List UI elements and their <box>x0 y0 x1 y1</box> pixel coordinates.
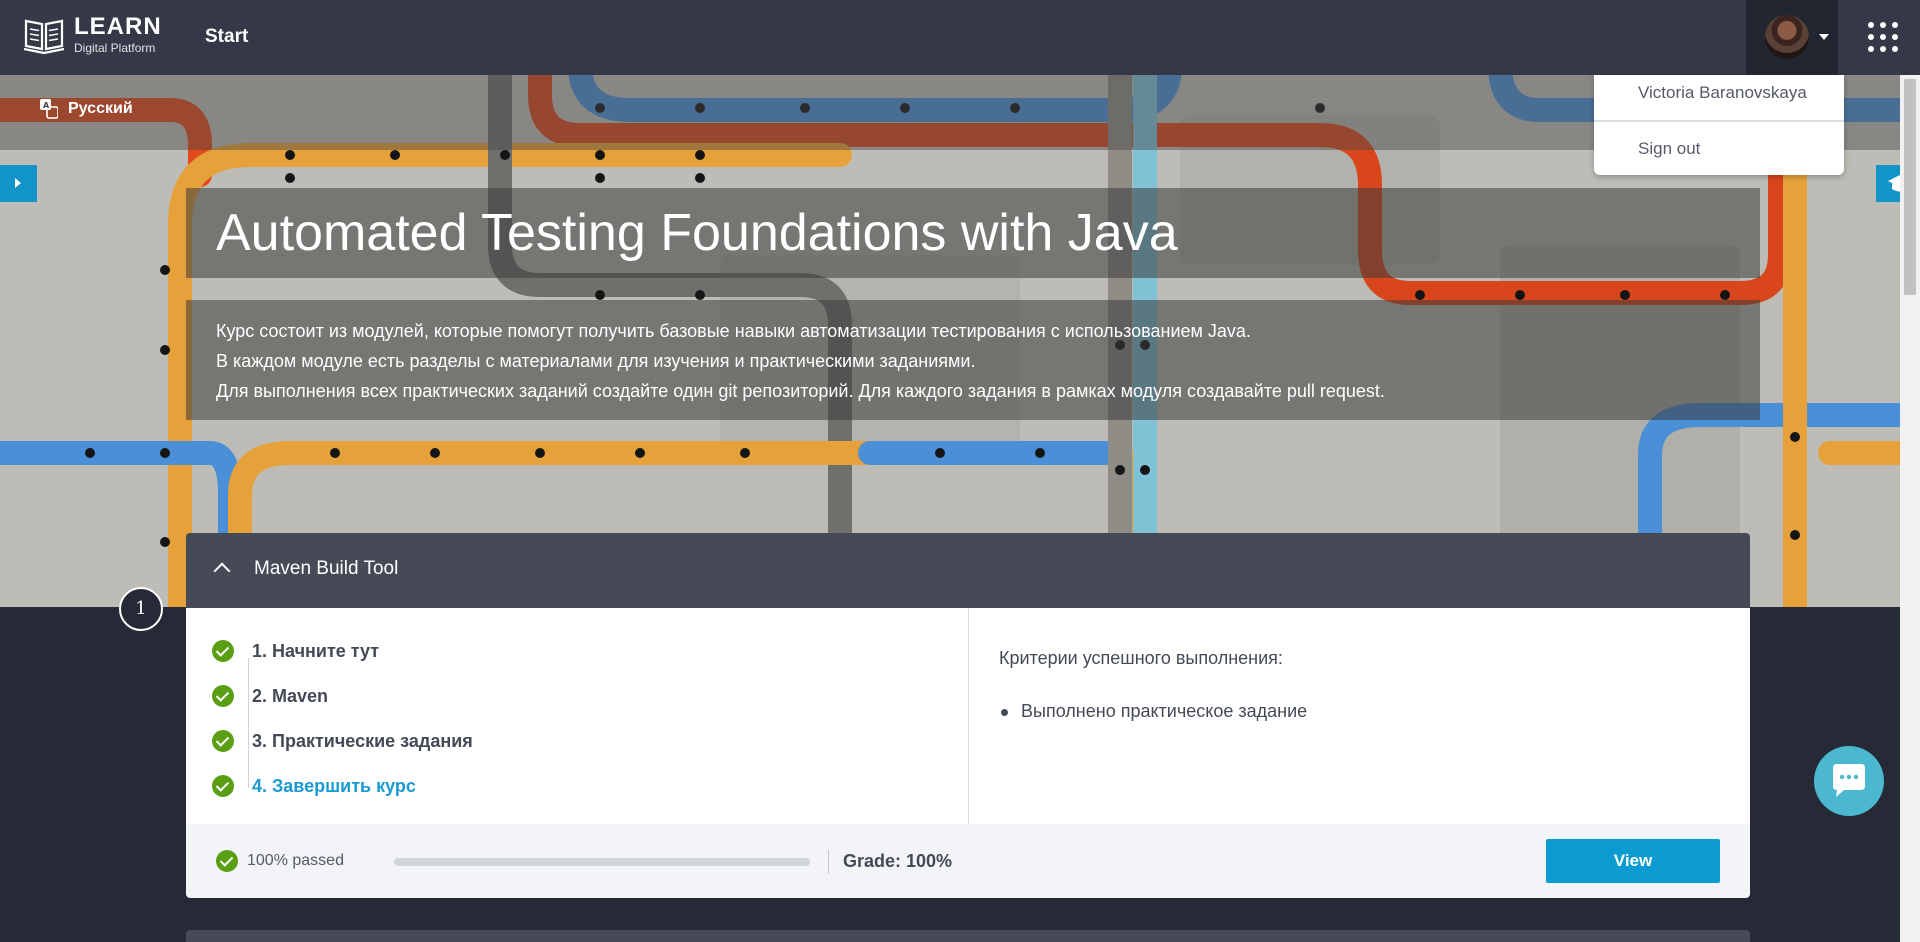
chevron-up-icon[interactable] <box>213 562 231 580</box>
user-menu-toggle[interactable] <box>1746 0 1838 75</box>
lesson-label: 3. Практические задания <box>252 730 473 751</box>
check-circle-icon <box>212 685 234 707</box>
criteria-item: Выполнено практическое задание <box>1000 701 1308 721</box>
course-title: Automated Testing Foundations with Java <box>216 204 1178 262</box>
next-module-header[interactable] <box>186 930 1750 942</box>
sign-out-link[interactable]: Sign out <box>1638 139 1700 159</box>
chat-bubble-icon <box>1833 764 1865 797</box>
check-circle-icon <box>212 730 234 752</box>
footer-divider <box>828 850 829 874</box>
lesson-label: 2. Maven <box>252 685 329 706</box>
lesson-label: 1. Начните тут <box>252 640 380 661</box>
logo[interactable]: LEARN Digital Platform <box>22 14 162 56</box>
column-divider <box>968 608 969 824</box>
dropdown-divider <box>1594 120 1844 122</box>
chat-button[interactable] <box>1814 746 1884 816</box>
language-label: Русский <box>68 100 133 117</box>
grade-label: Grade: 100% <box>843 851 953 871</box>
lesson-item[interactable]: 2. Maven <box>212 685 328 707</box>
module-card: Maven Build Tool 1. Начните тут 2. Maven… <box>186 533 1750 898</box>
description-line: Курс состоит из модулей, которые помогут… <box>216 321 1251 341</box>
course-description: Курс состоит из модулей, которые помогут… <box>186 300 1760 420</box>
lesson-label: 4. Завершить курс <box>252 775 416 796</box>
view-button[interactable]: View <box>1546 839 1720 883</box>
progress-fill <box>394 858 810 866</box>
translate-icon: A <box>40 99 58 119</box>
lesson-item[interactable]: 1. Начните тут <box>212 640 379 662</box>
page-scrollbar[interactable] <box>1900 75 1920 942</box>
nav-start-link[interactable]: Start <box>205 26 248 48</box>
expand-sidebar-button[interactable] <box>0 165 37 202</box>
module-body: 1. Начните тут 2. Maven 3. Практические … <box>186 608 1750 824</box>
logo-title: LEARN <box>74 13 162 40</box>
check-circle-icon <box>216 850 238 872</box>
user-name[interactable]: Victoria Baranovskaya <box>1638 83 1807 103</box>
lesson-connector <box>248 658 249 788</box>
apps-grid-icon[interactable] <box>1868 22 1898 52</box>
lesson-item[interactable]: 3. Практические задания <box>212 730 473 752</box>
scrollbar-thumb[interactable] <box>1904 79 1916 295</box>
module-number-badge: 1 <box>119 587 163 631</box>
lesson-item-active[interactable]: 4. Завершить курс <box>212 775 416 797</box>
module-footer: 100% passed Grade: 100% View <box>186 824 1750 898</box>
book-logo-icon <box>23 19 65 55</box>
check-circle-icon <box>212 640 234 662</box>
course-title-box: Automated Testing Foundations with Java <box>186 188 1760 278</box>
criteria-title: Критерии успешного выполнения: <box>999 648 1283 668</box>
caret-down-icon[interactable] <box>1819 34 1829 40</box>
avatar[interactable] <box>1765 15 1809 59</box>
logo-subtitle: Digital Platform <box>74 41 156 55</box>
passed-label: 100% passed <box>247 852 344 869</box>
svg-text:A: A <box>43 101 50 110</box>
user-dropdown-menu: Victoria Baranovskaya Sign out <box>1594 75 1844 175</box>
description-line: В каждом модуле есть разделы с материала… <box>216 351 976 371</box>
description-line: Для выполнения всех практических заданий… <box>216 381 1385 401</box>
check-circle-icon <box>212 775 234 797</box>
lesson-list: 1. Начните тут 2. Maven 3. Практические … <box>212 608 952 824</box>
top-bar: LEARN Digital Platform Start <box>0 0 1920 75</box>
module-title: Maven Build Tool <box>254 558 399 579</box>
module-header[interactable]: Maven Build Tool <box>186 533 1750 608</box>
progress-bar <box>394 858 810 866</box>
language-switcher[interactable]: A Русский <box>40 99 133 119</box>
